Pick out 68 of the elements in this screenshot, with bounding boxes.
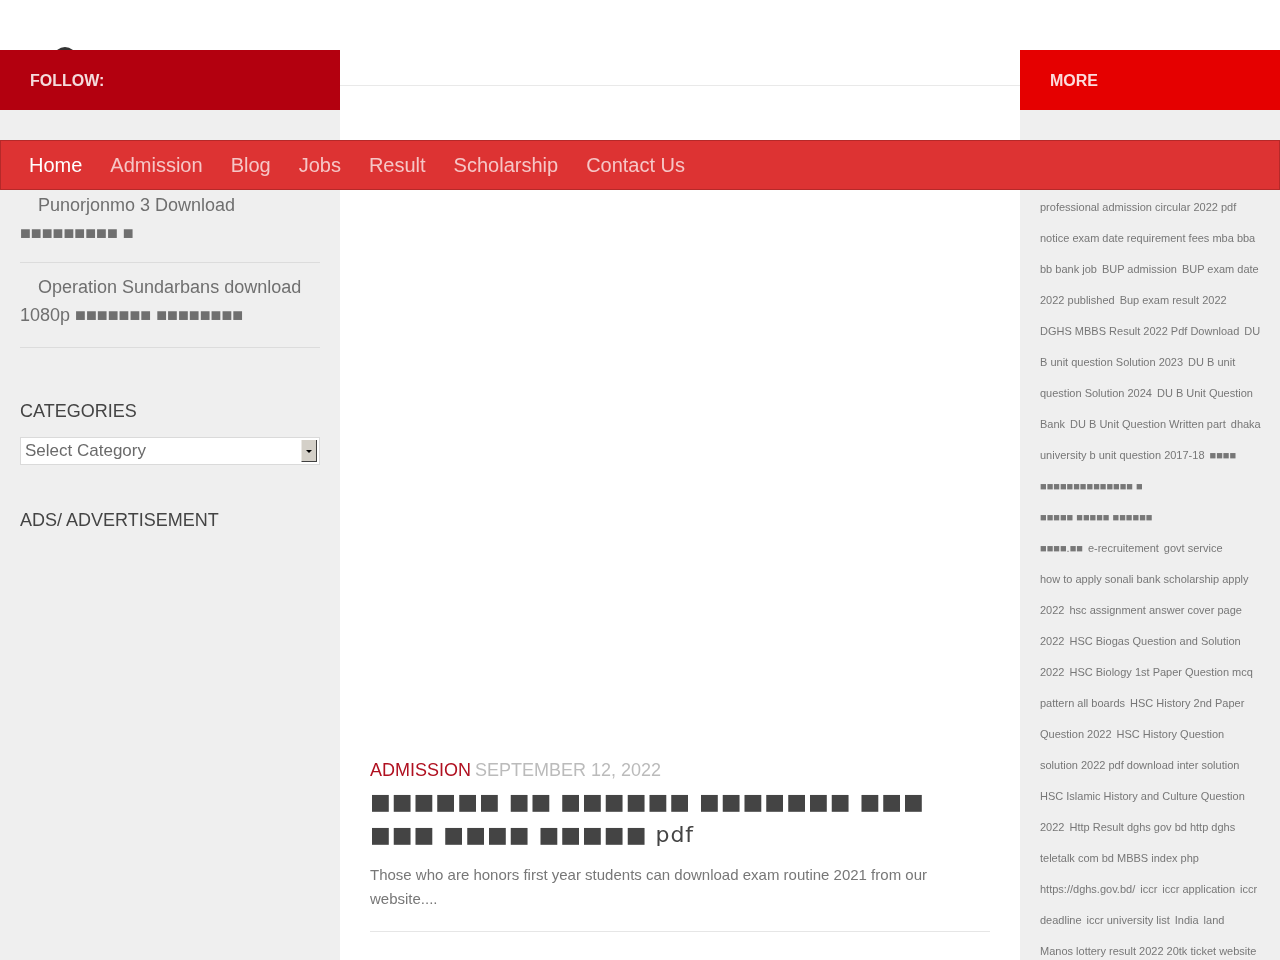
tag-link[interactable]: HSC Biology 1st Paper Question mcq (1069, 666, 1253, 679)
nav-link[interactable]: Admission (96, 153, 217, 177)
tag-link[interactable]: e-recruitement (1087, 542, 1159, 555)
section-heading: ADS/ ADVERTISEMENT (20, 509, 220, 531)
tag-link[interactable]: ■■■■■■■■■■■■■■ ■ (1040, 480, 1143, 493)
tag-link[interactable]: ■■■■■ ■■■■■ ■■■■■■ (1040, 511, 1153, 524)
category-link[interactable]: ADMISSION (370, 760, 471, 780)
tag-link[interactable]: HSC History Question (1116, 728, 1225, 741)
nav-link[interactable]: Result (354, 153, 440, 177)
follow-label: FOLLOW: (30, 70, 105, 90)
nav-link[interactable]: Blog (216, 153, 285, 177)
tag-link[interactable]: Question 2022 (1040, 728, 1112, 741)
tag-link[interactable]: India (1174, 914, 1199, 927)
logo-icon (57, 45, 73, 50)
tag-link[interactable]: 2022 (1040, 635, 1065, 648)
tag-link[interactable]: govt service (1163, 542, 1223, 555)
tag-link[interactable]: ■■■■.■■ (1040, 542, 1083, 555)
tag-link[interactable]: Manos lottery result 2022 20tk ticket website (1040, 945, 1257, 958)
tag-link[interactable]: BUP exam date (1181, 263, 1259, 276)
nav-link[interactable]: Scholarship (439, 153, 573, 177)
tag-link[interactable]: HSC Islamic History and Culture Question (1040, 790, 1245, 803)
tag-link[interactable]: solution 2022 pdf download inter solution (1040, 759, 1240, 772)
tag-link[interactable]: how to apply sonali bank scholarship apply (1040, 573, 1249, 586)
post-date: SEPTEMBER 12, 2022 (475, 760, 662, 780)
tag-link[interactable]: DU (1244, 325, 1261, 338)
tag-link[interactable]: iccr (1240, 883, 1258, 896)
tag-link[interactable]: ■■■■ (1209, 449, 1237, 462)
section-heading: CATEGORIES (20, 400, 138, 422)
tag-link[interactable]: https://dghs.gov.bd/ (1040, 883, 1136, 896)
tag-link[interactable]: Bank (1040, 418, 1066, 431)
tag-link[interactable]: professional admission circular 2022 pdf (1040, 201, 1237, 214)
tag-link[interactable]: 2022 (1040, 666, 1065, 679)
tag-link[interactable]: teletalk com bd MBBS index php (1040, 852, 1199, 865)
tag-link[interactable]: DU B Unit Question (1156, 387, 1253, 400)
more-label: MORE (1050, 70, 1098, 90)
post-excerpt: Those who are honors first year students can download exam routine 2021 from our website.... (370, 865, 928, 909)
nav-link[interactable]: Home (15, 153, 97, 177)
tag-link[interactable]: HSC History 2nd Paper (1130, 697, 1245, 710)
nav-link[interactable]: Contact Us (572, 153, 700, 177)
post-title[interactable]: ■■■■■■ ■■ ■■■■■■ ■■■■■■■ ■■■ ■■■ ■■■■ ■■■■■ pdf (370, 785, 990, 851)
tag-link[interactable]: Bup exam result 2022 (1119, 294, 1227, 307)
tag-link[interactable]: iccr (1140, 883, 1158, 896)
caret-icon[interactable] (301, 440, 317, 462)
tag-link[interactable]: deadline (1040, 914, 1082, 927)
tag-link[interactable]: DGHS MBBS Result 2022 Pdf Download (1040, 325, 1240, 338)
tag-link[interactable]: land (1203, 914, 1225, 927)
tag-link[interactable]: pattern all boards (1040, 697, 1125, 710)
tag-link[interactable]: dhaka (1230, 418, 1261, 431)
tag-link[interactable]: Http Result dghs gov bd http dghs (1069, 821, 1236, 834)
category-select[interactable]: Select Category (20, 437, 320, 465)
tag-link[interactable]: 2022 published (1040, 294, 1115, 307)
tag-link[interactable]: university b unit question 2017-18 (1040, 449, 1205, 462)
tag-link[interactable]: question Solution 2024 (1040, 387, 1152, 400)
tag-link[interactable]: HSC Biogas Question and Solution (1069, 635, 1241, 648)
tag-link[interactable]: B unit question Solution 2023 (1040, 356, 1184, 369)
tag-link[interactable]: hsc assignment answer cover page (1069, 604, 1242, 617)
nav-link[interactable]: Jobs (284, 153, 355, 177)
tag-link[interactable]: iccr application (1162, 883, 1236, 896)
tag-link[interactable]: bb bank job (1040, 263, 1097, 276)
tag-link[interactable]: DU B unit (1188, 356, 1236, 369)
tag-link[interactable]: DU B Unit Question Written part (1070, 418, 1226, 431)
tag-link[interactable]: iccr university list (1086, 914, 1170, 927)
tag-link[interactable]: 2022 (1040, 821, 1065, 834)
tag-link[interactable]: 2022 (1040, 604, 1065, 617)
post-link[interactable]: Operation Sundarbans download 1080p ■■■■■■■ ■■■■■■■■ (20, 273, 320, 329)
tag-link[interactable]: BUP admission (1101, 263, 1177, 276)
tag-link[interactable]: notice exam date requirement fees mba bba (1040, 232, 1256, 245)
post-link[interactable]: Punorjonmo 3 Download ■■■■■■■■■ ■ (20, 191, 320, 247)
